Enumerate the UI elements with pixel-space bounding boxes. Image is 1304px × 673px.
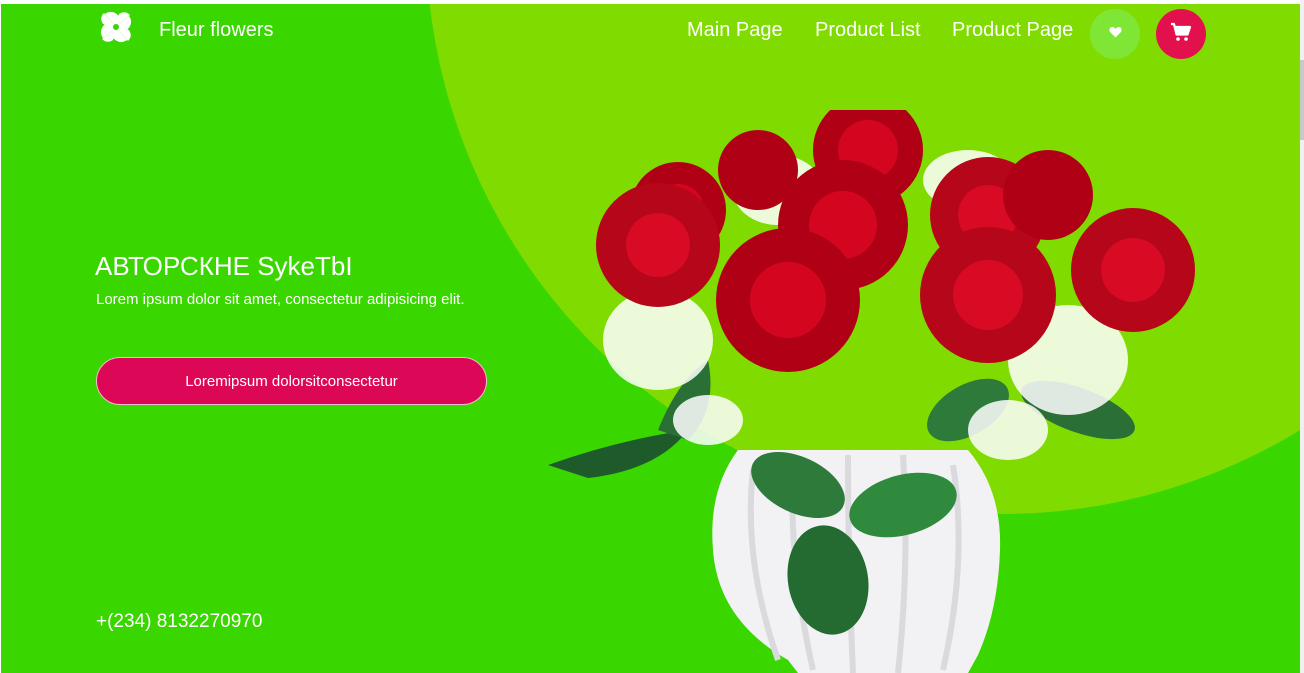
heart-icon [1108, 25, 1122, 43]
pinwheel-logo-icon[interactable] [95, 6, 137, 48]
hero-title: АВТОРСКНЕ SykeTbI [95, 251, 353, 281]
nav-product-list[interactable]: Product List [815, 19, 921, 42]
nav-product-page[interactable]: Product Page [952, 19, 1073, 42]
page: Fleur flowers Main Page Product List Pro… [0, 0, 1304, 673]
hero-subtitle: Lorem ipsum dolor sit amet, consectetur … [96, 291, 465, 308]
phone-number[interactable]: +(234) 8132270970 [96, 611, 262, 633]
cart-button[interactable] [1156, 9, 1206, 59]
wishlist-button[interactable] [1090, 9, 1140, 59]
nav-main-page[interactable]: Main Page [687, 19, 783, 42]
roses-bouquet-image [548, 95, 1208, 673]
brand-name[interactable]: Fleur flowers [159, 19, 273, 42]
scrollbar-thumb[interactable] [1300, 60, 1304, 140]
shopping-cart-icon [1170, 22, 1192, 47]
cta-button[interactable]: Loremipsum dolorsitconsectetur [96, 357, 487, 405]
